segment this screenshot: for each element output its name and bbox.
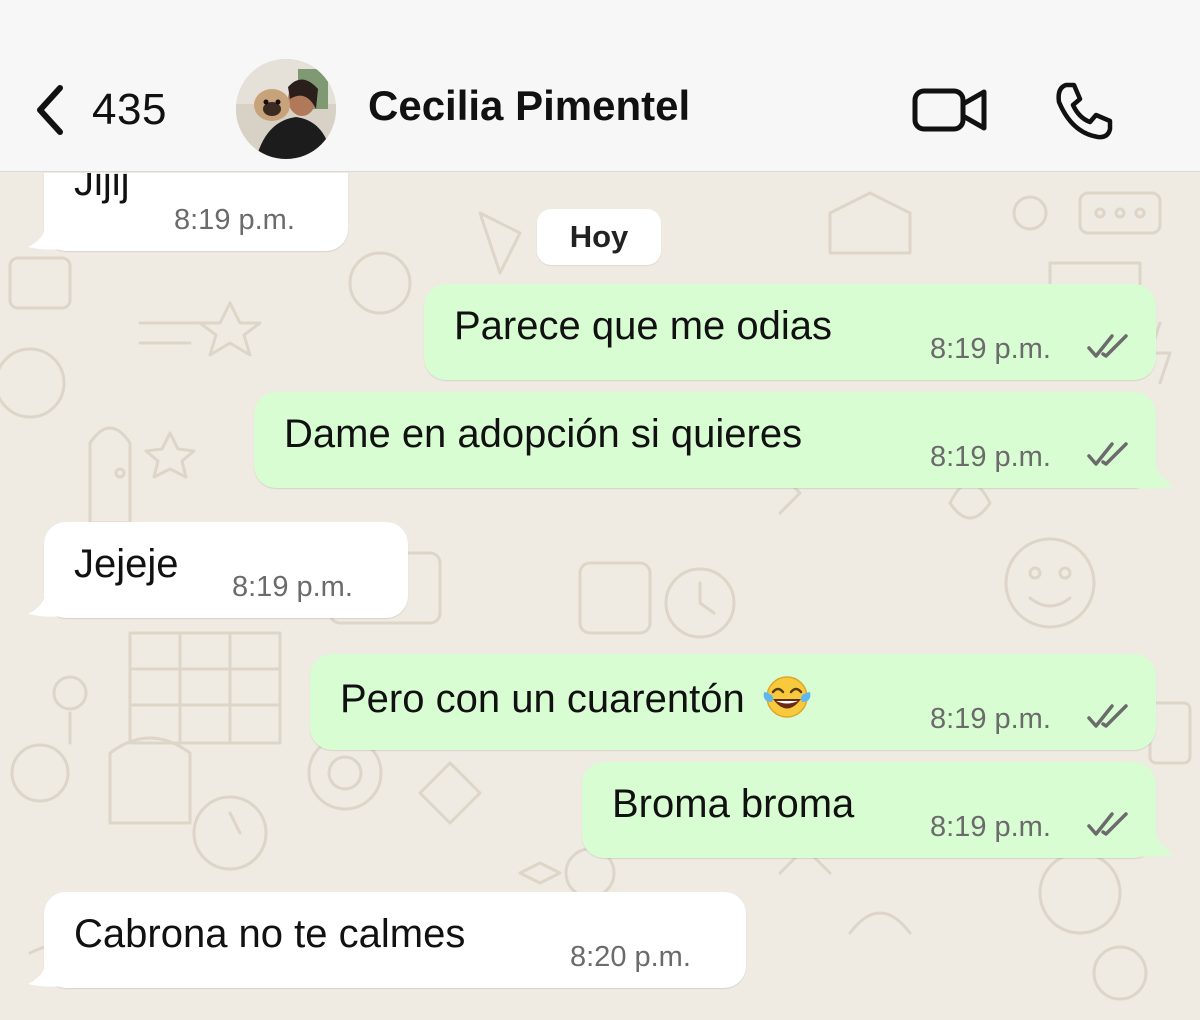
- message-outgoing[interactable]: Parece que me odias 8:19 p.m.: [424, 284, 1156, 380]
- message-text: Cabrona no te calmes: [74, 912, 466, 956]
- avatar[interactable]: [236, 59, 336, 159]
- phone-icon[interactable]: [1052, 80, 1114, 142]
- double-check-icon: [1087, 704, 1128, 728]
- message-text: Pero con un cuarentón: [340, 674, 812, 722]
- message-time: 8:19 p.m.: [930, 703, 1051, 735]
- message-text: Parece que me odias: [454, 304, 833, 348]
- double-check-icon: [1087, 812, 1128, 836]
- message-outgoing[interactable]: Broma broma 8:19 p.m.: [582, 762, 1156, 858]
- bubble-tail: [1136, 464, 1174, 489]
- bubble-tail: [28, 962, 66, 987]
- message-incoming[interactable]: Jejeje 8:19 p.m.: [44, 522, 408, 618]
- message-time: 8:19 p.m.: [174, 204, 295, 236]
- chevron-left-icon: [37, 85, 63, 135]
- message-incoming[interactable]: Cabrona no te calmes 8:20 p.m.: [44, 892, 746, 988]
- bubble-tail: [28, 592, 66, 617]
- face-with-tears-of-joy-icon: [763, 676, 811, 718]
- chat-header: 435 Cecilia Pimentel: [0, 0, 1200, 172]
- message-time: 8:19 p.m.: [930, 811, 1051, 843]
- double-check-icon: [1087, 442, 1128, 466]
- message-time: 8:19 p.m.: [930, 441, 1051, 473]
- avatar-photo: [236, 59, 336, 159]
- message-text: Jijij: [74, 173, 130, 204]
- video-camera-icon[interactable]: [912, 82, 988, 138]
- date-separator: Hoy: [537, 209, 661, 265]
- message-outgoing[interactable]: Dame en adopción si quieres 8:19 p.m.: [254, 392, 1156, 488]
- bubble-tail: [28, 225, 66, 250]
- back-button[interactable]: 435: [30, 80, 167, 140]
- message-time: 8:19 p.m.: [232, 571, 353, 603]
- contact-name[interactable]: Cecilia Pimentel: [368, 82, 690, 130]
- double-check-icon: [1087, 334, 1128, 358]
- message-time: 8:19 p.m.: [930, 333, 1051, 365]
- unread-count: 435: [92, 85, 167, 134]
- message-text: Jejeje: [74, 542, 179, 586]
- message-text: Dame en adopción si quieres: [284, 412, 803, 456]
- message-text: Broma broma: [612, 782, 855, 826]
- message-incoming[interactable]: Jijij 8:19 p.m.: [44, 173, 348, 251]
- message-time: 8:20 p.m.: [570, 941, 691, 973]
- bubble-tail: [1136, 832, 1174, 857]
- chat-area[interactable]: Jijij 8:19 p.m. Hoy Parece que me odias …: [0, 173, 1200, 1020]
- message-outgoing[interactable]: Pero con un cuarentón 8:19 p.m.: [310, 654, 1156, 750]
- message-text-content: Pero con un cuarentón: [340, 677, 745, 721]
